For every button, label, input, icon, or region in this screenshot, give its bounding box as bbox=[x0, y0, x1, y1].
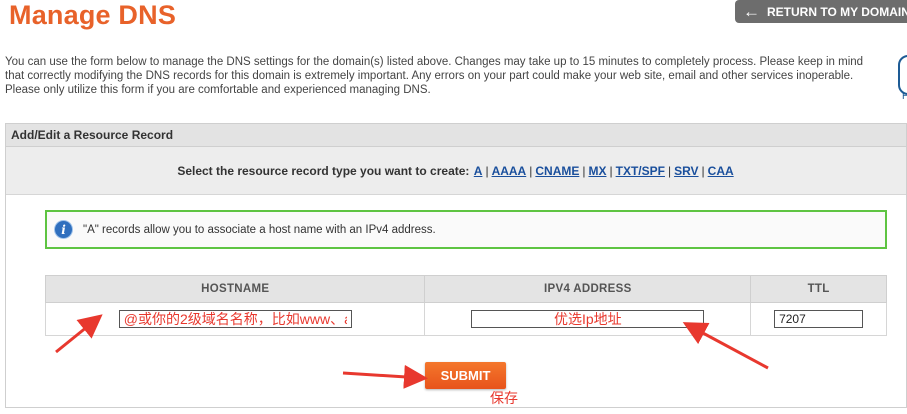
return-button-label: RETURN TO MY DOMAINS bbox=[767, 4, 907, 19]
help-icon[interactable] bbox=[898, 55, 907, 95]
panel-header: Add/Edit a Resource Record bbox=[6, 124, 906, 147]
type-prompt: Select the resource record type you want… bbox=[177, 163, 470, 178]
help-label: H bbox=[902, 91, 907, 102]
arrow-left-icon: ← bbox=[743, 2, 760, 21]
col-ttl: TTL bbox=[750, 275, 887, 303]
table-header-row: HOSTNAME IPV4 ADDRESS TTL bbox=[44, 275, 887, 303]
record-table: HOSTNAME IPV4 ADDRESS TTL bbox=[44, 275, 887, 336]
record-type-bar: Select the resource record type you want… bbox=[6, 147, 906, 195]
ttl-cell bbox=[750, 302, 887, 336]
type-link-aaaa[interactable]: AAAA bbox=[492, 164, 527, 178]
submit-button[interactable]: SUBMIT bbox=[425, 362, 506, 389]
col-ipv4: IPV4 ADDRESS bbox=[424, 275, 752, 303]
info-box: i "A" records allow you to associate a h… bbox=[45, 210, 887, 249]
ipv4-input[interactable] bbox=[471, 309, 705, 328]
table-row bbox=[44, 302, 887, 336]
type-link-a[interactable]: A bbox=[474, 164, 483, 178]
intro-text: You can use the form below to manage the… bbox=[5, 56, 864, 96]
info-icon: i bbox=[55, 221, 72, 238]
ip-cell bbox=[424, 302, 752, 336]
info-text: "A" records allow you to associate a hos… bbox=[83, 223, 436, 236]
type-link-cname[interactable]: CNAME bbox=[535, 164, 579, 178]
hostname-input[interactable] bbox=[118, 309, 352, 328]
type-link-srv[interactable]: SRV bbox=[674, 164, 698, 178]
type-link-caa[interactable]: CAA bbox=[708, 164, 734, 178]
return-to-domains-button[interactable]: ← RETURN TO MY DOMAINS bbox=[735, 0, 907, 23]
col-hostname: HOSTNAME bbox=[44, 275, 426, 303]
type-link-txt-spf[interactable]: TXT/SPF bbox=[616, 164, 665, 178]
type-link-mx[interactable]: MX bbox=[588, 164, 606, 178]
ttl-input[interactable] bbox=[774, 310, 864, 328]
save-annotation: 保存 bbox=[490, 391, 518, 407]
hostname-cell bbox=[44, 302, 426, 336]
page-title: Manage DNS bbox=[9, 0, 177, 30]
